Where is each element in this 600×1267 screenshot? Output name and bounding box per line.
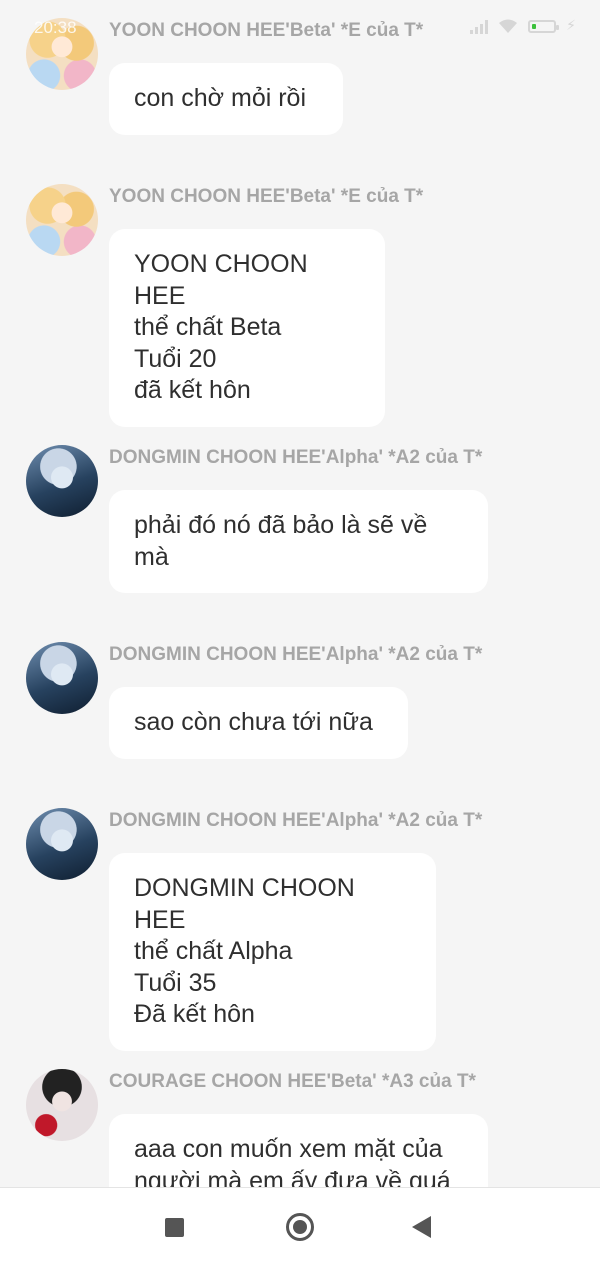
sender-name: YOON CHOON HEE'Beta' *E của T*: [109, 20, 424, 41]
sender-name: DONGMIN CHOON HEE'Alpha' *A2 của T*: [109, 644, 483, 665]
sender-name: YOON CHOON HEE'Beta' *E của T*: [109, 186, 424, 207]
message-bubble[interactable]: DONGMIN CHOON HEE thể chất Alpha Tuổi 35…: [109, 853, 436, 1051]
avatar[interactable]: [26, 18, 98, 90]
message-bubble[interactable]: aaa con muốn xem mặt của người mà em ấy …: [109, 1114, 488, 1188]
sender-name: DONGMIN CHOON HEE'Alpha' *A2 của T*: [109, 810, 483, 831]
recents-square-icon[interactable]: [165, 1218, 184, 1237]
sender-name: DONGMIN CHOON HEE'Alpha' *A2 của T*: [109, 447, 483, 468]
home-circle-icon[interactable]: [286, 1213, 314, 1241]
avatar[interactable]: [26, 184, 98, 256]
sender-name: COURAGE CHOON HEE'Beta' *A3 của T*: [109, 1071, 476, 1092]
avatar[interactable]: [26, 808, 98, 880]
message-bubble[interactable]: sao còn chưa tới nữa: [109, 687, 408, 759]
avatar[interactable]: [26, 1069, 98, 1141]
message-bubble[interactable]: YOON CHOON HEE thể chất Beta Tuổi 20 đã …: [109, 229, 385, 427]
chat-list[interactable]: YOON CHOON HEE'Beta' *E của T* con chờ m…: [0, 0, 600, 1188]
avatar[interactable]: [26, 445, 98, 517]
navigation-bar: [0, 1187, 600, 1267]
avatar[interactable]: [26, 642, 98, 714]
back-triangle-icon[interactable]: [412, 1216, 431, 1238]
message-bubble[interactable]: con chờ mỏi rồi: [109, 63, 343, 135]
message-bubble[interactable]: phải đó nó đã bảo là sẽ về mà: [109, 490, 488, 593]
